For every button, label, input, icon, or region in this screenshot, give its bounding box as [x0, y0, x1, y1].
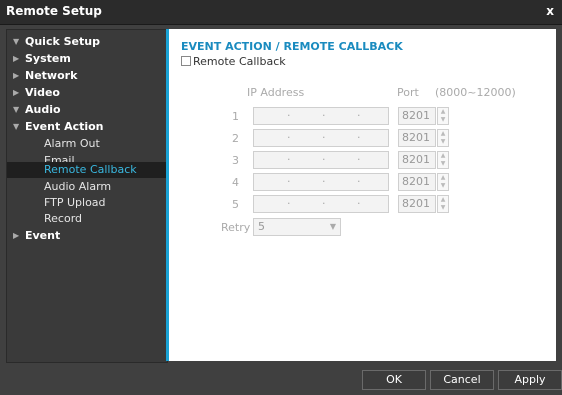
port-stepper[interactable]: ▲ ▼: [437, 129, 449, 147]
chevron-down-icon: ▼: [329, 222, 336, 231]
ip-separator: ·: [322, 109, 326, 122]
sidebar-subitem-ftp-upload[interactable]: FTP Upload: [7, 195, 167, 211]
ip-address-field[interactable]: · · ·: [253, 173, 389, 191]
ip-address-field[interactable]: · · ·: [253, 195, 389, 213]
port-header: Port: [397, 86, 419, 99]
title-bar: Remote Setup x: [0, 0, 562, 25]
ip-separator: ·: [287, 109, 291, 122]
port-field[interactable]: 8201: [398, 173, 436, 191]
sidebar-item-label: Audio: [25, 103, 61, 116]
sidebar-item-audio[interactable]: ▼ Audio: [7, 102, 167, 118]
sidebar-item-label: Network: [25, 69, 78, 82]
cancel-button[interactable]: Cancel: [430, 370, 494, 390]
ip-separator: ·: [357, 109, 361, 122]
ip-separator: ·: [322, 197, 326, 210]
ip-separator: ·: [357, 131, 361, 144]
ip-separator: ·: [357, 175, 361, 188]
port-field[interactable]: 8201: [398, 129, 436, 147]
sidebar-item-label: Video: [25, 86, 60, 99]
sidebar-subitem-remote-callback[interactable]: Remote Callback: [7, 162, 167, 178]
sidebar-subitem-alarm-out[interactable]: Alarm Out: [7, 136, 167, 152]
sidebar-subitem-label: Alarm Out: [44, 137, 100, 150]
row-number: 5: [232, 198, 239, 211]
page-title: EVENT ACTION / REMOTE CALLBACK: [181, 40, 403, 53]
sidebar-item-event[interactable]: ▶ Event: [7, 228, 167, 244]
sidebar-subitem-label: Record: [44, 212, 83, 225]
sidebar: ▼ Quick Setup ▶ System ▶ Network ▶ Video…: [6, 29, 168, 363]
ip-separator: ·: [287, 131, 291, 144]
sidebar-subitem-label: Audio Alarm: [44, 180, 112, 193]
sidebar-subitem-record[interactable]: Record: [7, 211, 167, 227]
sidebar-item-system[interactable]: ▶ System: [7, 51, 167, 67]
ip-separator: ·: [322, 131, 326, 144]
port-stepper[interactable]: ▲ ▼: [437, 195, 449, 213]
close-icon[interactable]: x: [546, 4, 554, 18]
sidebar-item-quick-setup[interactable]: ▼ Quick Setup: [7, 34, 167, 50]
sidebar-item-event-action[interactable]: ▼ Event Action: [7, 119, 167, 135]
apply-button[interactable]: Apply: [498, 370, 562, 390]
row-number: 3: [232, 154, 239, 167]
expand-arrow-icon: ▶: [13, 231, 20, 240]
window-title: Remote Setup: [6, 4, 102, 18]
ip-separator: ·: [287, 153, 291, 166]
sidebar-item-label: Event Action: [25, 120, 104, 133]
expand-arrow-icon: ▶: [13, 71, 20, 80]
port-stepper[interactable]: ▲ ▼: [437, 151, 449, 169]
remote-setup-window: Remote Setup x ▼ Quick Setup ▶ System ▶ …: [0, 0, 562, 395]
row-number: 2: [232, 132, 239, 145]
row-number: 4: [232, 176, 239, 189]
port-field[interactable]: 8201: [398, 195, 436, 213]
ip-separator: ·: [322, 175, 326, 188]
ip-address-field[interactable]: · · ·: [253, 129, 389, 147]
port-stepper[interactable]: ▲ ▼: [437, 107, 449, 125]
ip-address-header: IP Address: [247, 86, 305, 99]
collapse-arrow-icon: ▼: [13, 105, 20, 114]
sidebar-item-label: Event: [25, 229, 61, 242]
ip-separator: ·: [322, 153, 326, 166]
ip-separator: ·: [287, 175, 291, 188]
ip-address-field[interactable]: · · ·: [253, 107, 389, 125]
sidebar-item-video[interactable]: ▶ Video: [7, 85, 167, 101]
ok-button[interactable]: OK: [362, 370, 426, 390]
port-stepper[interactable]: ▲ ▼: [437, 173, 449, 191]
retry-label: Retry: [221, 221, 251, 234]
port-field[interactable]: 8201: [398, 107, 436, 125]
sidebar-subitem-label: Remote Callback: [44, 163, 137, 176]
sidebar-subitem-label: FTP Upload: [44, 196, 106, 209]
ip-separator: ·: [287, 197, 291, 210]
ip-separator: ·: [357, 153, 361, 166]
ip-separator: ·: [357, 197, 361, 210]
remote-callback-checkbox[interactable]: [181, 56, 191, 66]
sidebar-item-label: System: [25, 52, 71, 65]
sidebar-subitem-audio-alarm[interactable]: Audio Alarm: [7, 179, 167, 195]
collapse-arrow-icon: ▼: [13, 122, 20, 131]
port-field[interactable]: 8201: [398, 151, 436, 169]
expand-arrow-icon: ▶: [13, 88, 20, 97]
ip-address-field[interactable]: · · ·: [253, 151, 389, 169]
expand-arrow-icon: ▶: [13, 54, 20, 63]
remote-callback-label: Remote Callback: [193, 55, 286, 68]
port-range-hint: (8000~12000): [435, 86, 516, 99]
settings-panel: EVENT ACTION / REMOTE CALLBACK Remote Ca…: [166, 29, 556, 361]
sidebar-item-label: Quick Setup: [25, 35, 100, 48]
retry-select[interactable]: 5 ▼: [253, 218, 341, 236]
sidebar-item-network[interactable]: ▶ Network: [7, 68, 167, 84]
row-number: 1: [232, 110, 239, 123]
retry-value: 5: [258, 220, 265, 233]
expand-arrow-icon: ▼: [13, 37, 20, 46]
